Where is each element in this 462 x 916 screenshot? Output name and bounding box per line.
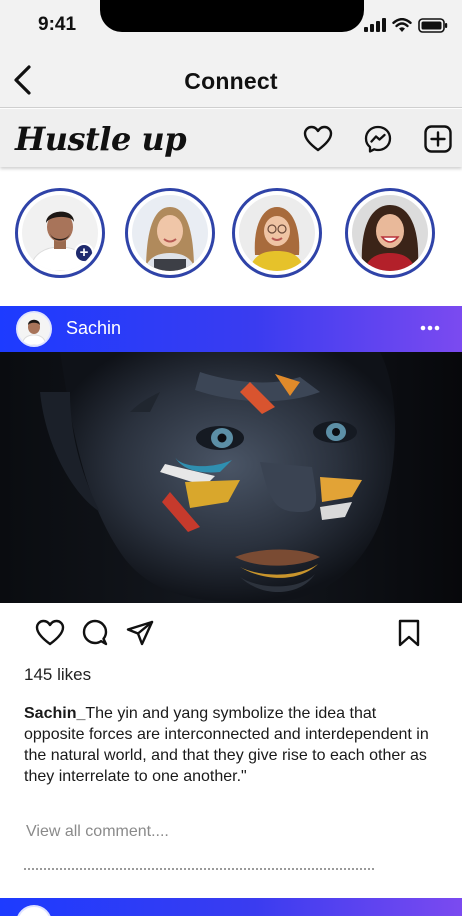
messenger-icon bbox=[364, 125, 392, 153]
system-icons bbox=[364, 16, 448, 34]
share-button[interactable] bbox=[123, 616, 157, 650]
story-your-story[interactable]: + bbox=[15, 188, 105, 278]
page-title: Connect bbox=[184, 68, 278, 94]
post-author-avatar[interactable] bbox=[16, 311, 52, 347]
story-2[interactable] bbox=[125, 188, 215, 278]
new-post-button[interactable] bbox=[422, 123, 454, 155]
view-all-comments-link[interactable]: View all comment.... bbox=[26, 823, 169, 841]
status-bar: 9:41 bbox=[0, 0, 462, 50]
next-post-avatar[interactable] bbox=[16, 905, 52, 916]
avatar: + bbox=[22, 195, 98, 271]
save-button[interactable] bbox=[392, 616, 426, 650]
like-button[interactable] bbox=[33, 616, 67, 650]
comment-button[interactable] bbox=[78, 616, 112, 650]
device-notch bbox=[100, 0, 364, 32]
post-author-name[interactable]: Sachin bbox=[66, 318, 121, 339]
status-time: 9:41 bbox=[38, 14, 77, 35]
story-4[interactable] bbox=[345, 188, 435, 278]
like-count[interactable]: 145 likes bbox=[24, 665, 91, 685]
comment-icon bbox=[82, 619, 108, 646]
battery-icon bbox=[418, 17, 448, 33]
wifi-icon bbox=[392, 17, 412, 32]
stories-row: + bbox=[0, 168, 462, 306]
send-icon bbox=[126, 620, 154, 646]
post-image[interactable] bbox=[0, 352, 462, 603]
avatar bbox=[132, 195, 208, 271]
bookmark-icon bbox=[398, 619, 420, 647]
heart-icon bbox=[35, 619, 65, 646]
caption-username[interactable]: Sachin_ bbox=[24, 705, 85, 722]
messenger-button[interactable] bbox=[362, 123, 394, 155]
app-header: Hustle up bbox=[0, 109, 462, 167]
post-caption: Sachin_The yin and yang symbolize the id… bbox=[24, 703, 438, 787]
notifications-button[interactable] bbox=[302, 123, 334, 155]
signal-icon bbox=[364, 18, 386, 32]
painted-face-photo bbox=[0, 352, 462, 603]
more-horizontal-icon bbox=[420, 325, 440, 331]
post-options-button[interactable] bbox=[418, 318, 442, 338]
caption-text: The yin and yang symbolize the idea that… bbox=[24, 705, 429, 785]
heart-icon bbox=[303, 125, 333, 152]
divider bbox=[24, 868, 374, 870]
post-header: Sachin bbox=[0, 306, 462, 352]
avatar bbox=[239, 195, 315, 271]
app-logo: Hustle up bbox=[15, 120, 187, 158]
add-square-icon bbox=[424, 125, 452, 153]
post-actions bbox=[0, 604, 462, 660]
add-story-icon[interactable]: + bbox=[74, 243, 94, 263]
next-post-header bbox=[0, 898, 462, 916]
navigation-bar: Connect bbox=[0, 50, 462, 108]
avatar bbox=[352, 195, 428, 271]
story-3[interactable] bbox=[232, 188, 322, 278]
